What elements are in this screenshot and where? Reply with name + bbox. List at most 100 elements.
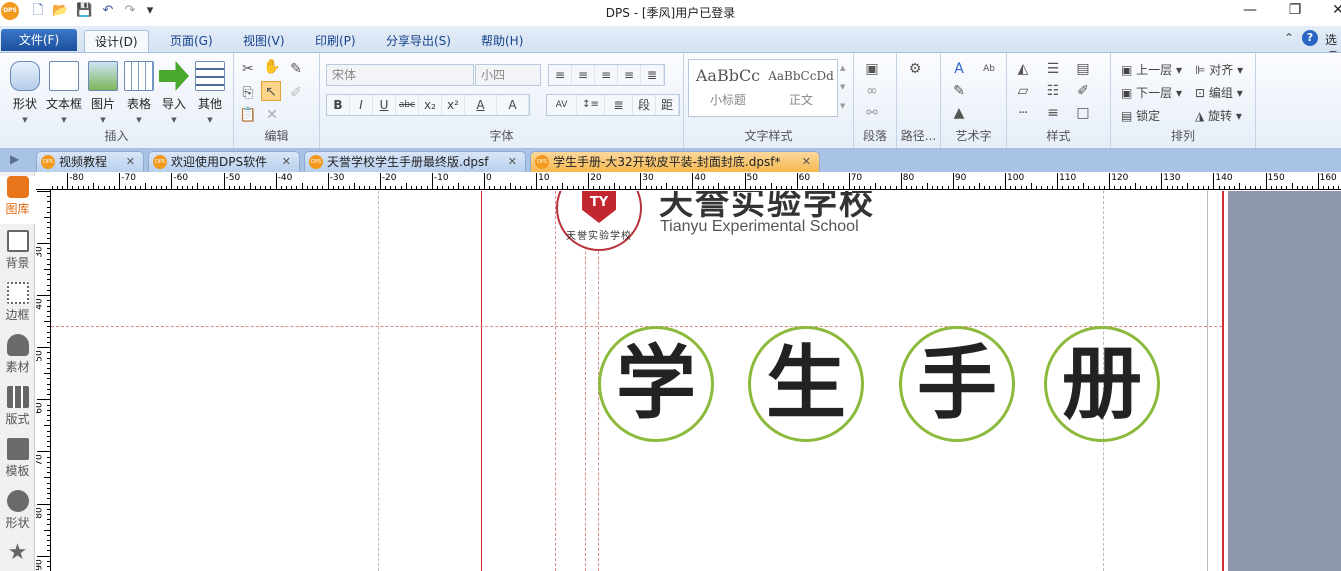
line-spacing-button[interactable]: ↕≡ [577, 95, 605, 115]
bold-button[interactable]: B [327, 95, 350, 115]
format-painter-icon[interactable]: ✎ [286, 59, 306, 79]
tab-page[interactable]: 页面(G) [160, 30, 223, 52]
link-icon[interactable]: ∞ [862, 81, 882, 101]
close-tab-icon[interactable]: ✕ [508, 152, 517, 172]
doc-tab[interactable]: DPS 视频教程 ✕ [36, 151, 144, 172]
text-wrap-icon[interactable]: ▣ [862, 59, 882, 79]
group-button[interactable]: ⊡ 编组 ▾ [1195, 84, 1243, 101]
sidebar-item-gallery[interactable]: 图库 [0, 176, 35, 224]
line-style-icon[interactable]: ☰ [1043, 59, 1063, 79]
line-color-icon[interactable]: ▱ [1013, 81, 1033, 101]
char-spacing-button[interactable]: AV [547, 95, 577, 115]
brush-icon[interactable]: ✐ [1073, 81, 1093, 101]
tab-design[interactable]: 设计(D) [84, 30, 149, 52]
align-right-button[interactable]: ≡ [595, 65, 618, 85]
strikethrough-button[interactable]: abc [396, 95, 419, 115]
font-size-select[interactable]: 小四 [475, 64, 541, 86]
style-gallery-scroll[interactable]: ▲ ▼ ▼ [840, 59, 850, 117]
fill-color-icon[interactable]: ◭ [1013, 59, 1033, 79]
wordart-icon[interactable]: A [949, 59, 969, 79]
title-char-circle[interactable]: 学 [598, 326, 714, 442]
sidebar-item-material[interactable]: 素材 [0, 334, 35, 375]
sidebar-item-layout[interactable]: 版式 [0, 386, 35, 427]
tab-print[interactable]: 印刷(P) [305, 30, 366, 52]
close-tab-icon[interactable]: ✕ [802, 152, 811, 172]
select-pointer-icon[interactable]: ↖ [261, 81, 281, 101]
minimize-button[interactable]: — [1240, 2, 1260, 18]
sidebar-item-template[interactable]: 模板 [0, 438, 35, 479]
distribute-button[interactable]: ≣ [641, 65, 664, 85]
text-direction-icon[interactable]: Ab [979, 59, 999, 79]
close-tab-icon[interactable]: ✕ [282, 152, 291, 172]
superscript-button[interactable]: x² [442, 95, 465, 115]
school-seal[interactable]: TY 天誉实验学校 [556, 191, 642, 251]
sidebar-item-border[interactable]: 边框 [0, 282, 35, 323]
file-menu[interactable]: 文件(F) [1, 29, 77, 51]
dash-style-icon[interactable]: ┄ [1013, 103, 1033, 123]
font-name-select[interactable]: 宋体 [326, 64, 474, 86]
canvas[interactable]: TY 天誉实验学校 天誉实验学校 Tianyu Experimental Sch… [51, 191, 1341, 571]
node-edit-icon[interactable]: ✐ [286, 83, 306, 103]
delete-icon[interactable]: ✕ [262, 105, 282, 125]
paste-icon[interactable]: 📋 [238, 105, 258, 125]
restore-button[interactable]: ❐ [1285, 2, 1305, 18]
other-button[interactable]: 其他 ▼ [191, 61, 229, 124]
send-backward-button[interactable]: ▣ 下一层 ▾ [1121, 84, 1182, 101]
table-button[interactable]: 表格 ▼ [120, 61, 158, 124]
path-icon[interactable]: ⚙ [905, 59, 925, 79]
collapse-ribbon-icon[interactable]: ⌃ [1284, 31, 1294, 45]
textbox-button[interactable]: 文本框 ▼ [45, 61, 83, 124]
arrange-group-label: 排列 [1170, 129, 1195, 143]
school-name-en[interactable]: Tianyu Experimental School [660, 218, 859, 236]
shape-button[interactable]: 形状 ▼ [6, 61, 44, 124]
tab-share-export[interactable]: 分享导出(S) [376, 30, 461, 52]
align-center-button[interactable]: ≡ [572, 65, 595, 85]
line-weight-icon[interactable]: ≡ [1043, 103, 1063, 123]
doc-tab[interactable]: DPS 欢迎使用DPS软件 ✕ [148, 151, 300, 172]
text-shape-icon[interactable]: ▲ [949, 103, 969, 123]
vertical-ruler[interactable]: 30 40 50 60 70 80 90 [36, 190, 51, 571]
image-button[interactable]: 图片 ▼ [84, 61, 122, 124]
tab-view[interactable]: 视图(V) [233, 30, 295, 52]
title-char-circle[interactable]: 手 [899, 326, 1015, 442]
rotate-button[interactable]: ◮ 旋转 ▾ [1195, 107, 1242, 124]
underline-button[interactable]: U [373, 95, 396, 115]
hand-icon[interactable]: ✋ [262, 57, 282, 77]
doc-tab[interactable]: DPS 天誉学校学生手册最终版.dpsf ✕ [304, 151, 526, 172]
star-icon[interactable]: ★ [0, 542, 35, 564]
align-left-button[interactable]: ≡ [549, 65, 572, 85]
bring-forward-button[interactable]: ▣ 上一层 ▾ [1121, 61, 1182, 78]
paragraph-button[interactable]: 段 [633, 95, 656, 115]
highlight-button[interactable]: A [497, 95, 529, 115]
rotate-label: 旋转 [1208, 109, 1233, 123]
title-char-circle[interactable]: 生 [748, 326, 864, 442]
shadow-icon[interactable]: ▤ [1073, 59, 1093, 79]
arrow-style-icon[interactable]: ☷ [1043, 81, 1063, 101]
shape-3d-icon[interactable]: □ [1073, 103, 1093, 123]
panel-toggle-icon[interactable]: ▶ [10, 152, 19, 166]
font-color-button[interactable]: A [465, 95, 497, 115]
help-icon[interactable]: ? [1302, 30, 1318, 46]
horizontal-ruler[interactable]: -80 -70 -60 -50 -40 -30 -20 -10 0 10 20 30 40 50 60 70 8… [36, 172, 1341, 190]
copy-icon[interactable]: ⎘ [238, 83, 258, 103]
sidebar-item-shape[interactable]: 形状 [0, 490, 35, 531]
import-button[interactable]: 导入 ▼ [155, 61, 193, 124]
justify-button[interactable]: ≡ [618, 65, 641, 85]
close-button[interactable]: ✕ [1328, 2, 1341, 18]
list-button[interactable]: ≣ [605, 95, 633, 115]
doc-tab-active[interactable]: DPS 学生手册-大32开软皮平装-封面封底.dpsf* ✕ [530, 151, 820, 172]
italic-button[interactable]: I [350, 95, 373, 115]
tab-help[interactable]: 帮助(H) [471, 30, 533, 52]
style-subtitle[interactable]: AaBbCc 小标题 [692, 66, 764, 108]
sidebar-item-background[interactable]: 背景 [0, 230, 35, 271]
cut-icon[interactable]: ✂ [238, 59, 258, 79]
spacing-button[interactable]: 距 [656, 95, 679, 115]
close-tab-icon[interactable]: ✕ [126, 152, 135, 172]
align-button[interactable]: ⊫ 对齐 ▾ [1195, 61, 1243, 78]
unlink-icon[interactable]: ⚯ [862, 103, 882, 123]
style-body[interactable]: AaBbCcDd 正文 [765, 69, 837, 108]
lock-button[interactable]: ▤ 锁定 [1121, 107, 1160, 124]
text-effect-icon[interactable]: ✎ [949, 81, 969, 101]
title-char-circle[interactable]: 册 [1044, 326, 1160, 442]
subscript-button[interactable]: x₂ [419, 95, 442, 115]
